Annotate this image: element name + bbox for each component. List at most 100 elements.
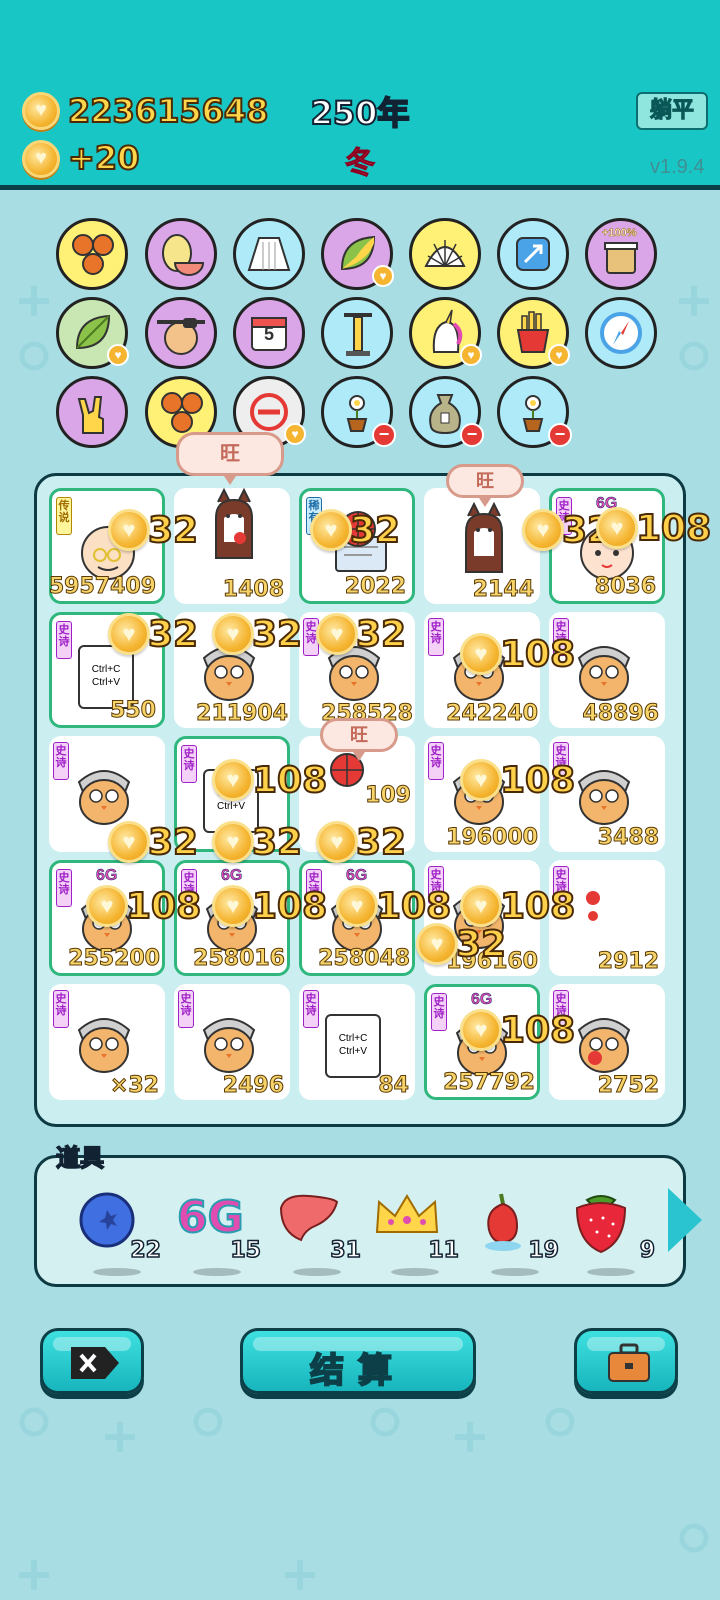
close-tag-icon xyxy=(71,1347,119,1379)
season-label: 冬 xyxy=(345,146,376,182)
cell-value: 109 xyxy=(365,783,412,809)
prop-6g[interactable]: 6G 15 xyxy=(175,1188,265,1276)
remove-icon[interactable]: − xyxy=(372,423,396,447)
eye-patch-item[interactable] xyxy=(145,297,217,369)
prop-blueberry[interactable]: 22 xyxy=(75,1188,165,1276)
cell-value: 48896 xyxy=(582,701,660,727)
settle-button[interactable]: 结算 xyxy=(240,1328,476,1394)
score-popup: 32 xyxy=(310,509,401,552)
prop-liver[interactable]: 31 xyxy=(275,1188,365,1276)
upgrade-arrow-item[interactable] xyxy=(497,218,569,290)
rarity-tag: 史诗 xyxy=(303,990,319,1028)
coin-income: +20 xyxy=(67,138,140,178)
cell-value: 257792 xyxy=(443,1070,536,1096)
chick-icon xyxy=(202,1018,256,1073)
coin-icon xyxy=(460,759,502,801)
pump-item[interactable] xyxy=(321,297,393,369)
coin-icon xyxy=(22,92,60,130)
briefcase-button[interactable] xyxy=(574,1328,678,1394)
top-status-bar: 223615648 +20 250年 冬 躺平 v1.9.4 xyxy=(0,0,720,190)
prop-chili[interactable]: 19 xyxy=(473,1188,563,1276)
year-label: 250年 xyxy=(310,93,411,133)
shell-item[interactable] xyxy=(409,218,481,290)
prop-count: 11 xyxy=(428,1237,460,1264)
compass-icon xyxy=(600,312,642,354)
coin-icon xyxy=(316,821,358,863)
six-g-label: 6G xyxy=(471,991,493,1009)
grid-cell[interactable]: 史诗 ×32 xyxy=(49,984,165,1100)
eye-patch-icon xyxy=(157,318,205,355)
coin-icon xyxy=(212,821,254,863)
chick-icon xyxy=(577,646,631,701)
cell-value: 550 xyxy=(110,698,157,724)
basketballs-item[interactable] xyxy=(56,218,128,290)
cell-value: 2144 xyxy=(472,577,534,603)
coin-icon xyxy=(460,633,502,675)
skirt-item[interactable] xyxy=(233,218,305,290)
score-popup: 32 xyxy=(108,509,199,552)
speech-bubble: 旺 xyxy=(320,718,398,761)
remove-icon[interactable]: − xyxy=(548,423,572,447)
score-popup: 32 xyxy=(108,613,199,656)
fries-item[interactable]: ♥ xyxy=(497,297,570,369)
prop-count: 31 xyxy=(330,1237,362,1264)
prop-shadow xyxy=(391,1268,439,1276)
cell-value: 255200 xyxy=(68,946,161,972)
score-popup: 32 xyxy=(316,821,407,864)
coin-icon xyxy=(522,509,564,551)
lie-flat-button[interactable]: 躺平 xyxy=(636,92,708,130)
score-popup: 108 xyxy=(460,885,576,928)
pomelo-item[interactable] xyxy=(145,218,217,290)
prop-shadow xyxy=(193,1268,241,1276)
heart-badge-icon: ♥ xyxy=(107,344,129,366)
cell-value: 196000 xyxy=(446,825,539,851)
money-bag-item[interactable]: − xyxy=(409,376,484,448)
cell-value: 258016 xyxy=(193,946,286,972)
strawberry-icon xyxy=(575,1195,627,1254)
compass-item[interactable] xyxy=(585,297,657,369)
close-button[interactable] xyxy=(40,1328,144,1394)
score-popup: 108 xyxy=(212,759,328,802)
prop-count: 22 xyxy=(130,1237,162,1264)
score-popup: 32 xyxy=(108,821,199,864)
shell-icon xyxy=(424,240,466,267)
green-leaf-item[interactable]: ♥ xyxy=(56,297,129,369)
chick-icon xyxy=(577,1018,631,1073)
flower-pot-item-2[interactable]: − xyxy=(497,376,572,448)
game-board: 传说 5957409 1408 稀有 2022 2144 史诗 6G 8036 … xyxy=(34,473,686,1127)
cell-value: 1408 xyxy=(222,577,284,603)
heart-badge-icon: ♥ xyxy=(548,344,570,366)
remove-icon[interactable]: − xyxy=(460,423,484,447)
cell-value: 3488 xyxy=(597,825,659,851)
chick-icon xyxy=(77,770,131,825)
cell-value: 5957409 xyxy=(48,574,156,600)
rarity-tag: 史诗 xyxy=(56,621,72,659)
coin-icon xyxy=(416,923,458,965)
coin-icon xyxy=(596,507,638,549)
rarity-tag: 史诗 xyxy=(181,745,197,783)
basketball-icon xyxy=(161,392,203,433)
husky-icon xyxy=(215,488,253,559)
coin-icon xyxy=(212,885,254,927)
rarity-tag: 史诗 xyxy=(428,618,444,656)
cell-value: 2752 xyxy=(597,1073,659,1099)
coin-total: 223615648 xyxy=(67,91,269,131)
blueberry-icon xyxy=(79,1192,135,1248)
props-next-arrow-icon[interactable] xyxy=(668,1188,702,1252)
calendar-item[interactable]: 5 xyxy=(233,297,305,369)
grid-cell[interactable]: 史诗 Ctrl+C Ctrl+V 84 xyxy=(299,984,415,1100)
flower-pot-item[interactable]: − xyxy=(321,376,396,448)
unicorn-item[interactable]: ♥ xyxy=(409,297,482,369)
grid-cell[interactable]: 史诗 2496 xyxy=(174,984,290,1100)
prop-count: 15 xyxy=(230,1237,262,1264)
air-pump-icon xyxy=(344,313,372,356)
leaf-item[interactable]: ♥ xyxy=(321,218,394,290)
prop-shadow xyxy=(93,1268,141,1276)
bucket-item[interactable]: +100% xyxy=(585,218,657,290)
six-g-label: 6G xyxy=(346,867,368,885)
prop-shadow xyxy=(587,1268,635,1276)
prop-crown[interactable]: 11 xyxy=(373,1188,463,1276)
rock-hand-item[interactable] xyxy=(56,376,128,448)
prop-strawberry[interactable]: 9 xyxy=(569,1188,659,1276)
cell-value: 2496 xyxy=(222,1073,284,1099)
